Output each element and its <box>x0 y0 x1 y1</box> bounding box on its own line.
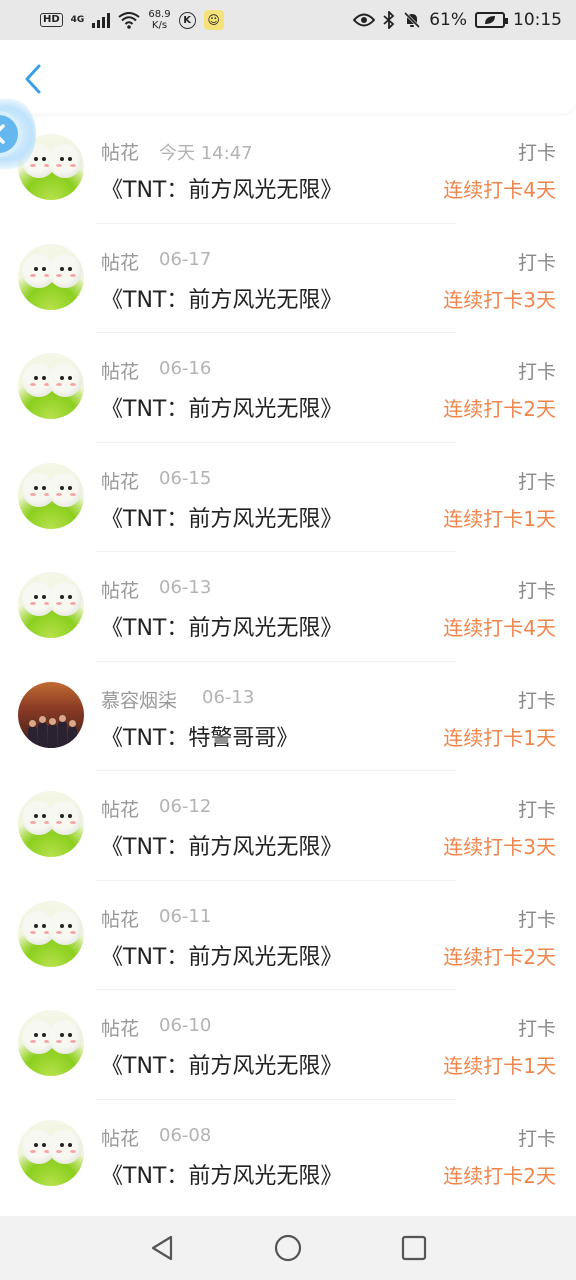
post-time: 06-13 <box>159 577 212 598</box>
list-item[interactable]: 帖花 06-12 《TNT：前方风光无限》 打卡 连续打卡3天 <box>0 771 576 881</box>
bluetooth-icon <box>383 11 395 29</box>
checkin-tag: 打卡 <box>517 470 556 493</box>
list-item[interactable]: 帖花 今天 14:47 《TNT：前方风光无限》 打卡 连续打卡4天 <box>0 114 576 224</box>
book-title: 《TNT：前方风光无限》 <box>101 287 343 313</box>
book-title: 《TNT：前方风光无限》 <box>101 397 343 422</box>
list-item[interactable]: 帖花 06-15 《TNT：前方风光无限》 打卡 连续打卡1天 <box>0 443 576 552</box>
post-time: 06-11 <box>159 905 212 927</box>
back-button[interactable] <box>18 62 48 96</box>
status-bar: HD 4G 68.9 K/s K ☺ 61% 10:15 <box>0 0 576 40</box>
post-time: 06-10 <box>159 1015 212 1036</box>
streak-label: 连续打卡4天 <box>443 178 556 202</box>
streak-label: 连续打卡2天 <box>443 944 556 969</box>
author-name[interactable]: 帖花 <box>101 138 139 165</box>
book-title: 《TNT：前方风光无限》 <box>101 835 343 860</box>
checkin-tag: 打卡 <box>517 908 556 931</box>
list-item[interactable]: 帖花 06-10 《TNT：前方风光无限》 打卡 连续打卡1天 <box>0 990 576 1100</box>
avatar[interactable] <box>18 681 84 748</box>
nav-home-button[interactable] <box>268 1228 308 1268</box>
list-item[interactable]: 慕容烟柒 06-13 《TNT：特警哥哥》 打卡 连续打卡1天 <box>0 662 576 771</box>
checkin-tag: 打卡 <box>517 689 556 712</box>
book-title: 《TNT：前方风光无限》 <box>101 944 343 970</box>
list-item[interactable]: 帖花 06-17 《TNT：前方风光无限》 打卡 连续打卡3天 <box>0 224 576 333</box>
post-time: 06-16 <box>159 358 212 379</box>
mute-bell-icon <box>404 11 421 29</box>
post-time: 今天 14:47 <box>159 143 253 164</box>
top-header <box>0 40 576 114</box>
avatar[interactable] <box>18 900 84 967</box>
post-time: 06-08 <box>159 1124 212 1146</box>
author-name[interactable]: 帖花 <box>101 576 139 603</box>
list-item[interactable]: 帖花 06-11 《TNT：前方风光无限》 打卡 连续打卡2天 <box>0 881 576 990</box>
streak-label: 连续打卡1天 <box>443 725 556 750</box>
nav-back-button[interactable] <box>142 1228 182 1268</box>
streak-label: 连续打卡4天 <box>443 616 556 640</box>
checkin-list: 帖花 今天 14:47 《TNT：前方风光无限》 打卡 连续打卡4天 帖花 06… <box>0 114 576 1216</box>
avatar[interactable] <box>18 353 84 419</box>
triangle-back-icon <box>151 1235 173 1261</box>
author-name[interactable]: 帖花 <box>101 357 139 384</box>
post-time: 06-17 <box>159 248 212 270</box>
avatar[interactable] <box>18 462 84 529</box>
k-badge-icon: K <box>178 11 196 29</box>
streak-label: 连续打卡1天 <box>443 1054 556 1078</box>
author-name[interactable]: 帖花 <box>101 795 139 822</box>
author-name[interactable]: 帖花 <box>101 1014 139 1041</box>
checkin-tag: 打卡 <box>517 142 556 164</box>
author-name[interactable]: 帖花 <box>101 905 139 932</box>
wifi-icon <box>118 12 140 29</box>
streak-label: 连续打卡1天 <box>443 506 556 531</box>
nav-recent-button[interactable] <box>394 1228 434 1268</box>
author-name[interactable]: 帖花 <box>101 248 139 275</box>
checkin-tag: 打卡 <box>517 799 556 821</box>
signal-bars-icon <box>92 12 111 28</box>
post-time: 06-13 <box>202 686 255 708</box>
chevron-left-icon <box>25 64 41 94</box>
post-time: 06-15 <box>159 467 212 489</box>
hd-icon: HD <box>40 13 63 27</box>
book-title: 《TNT：前方风光无限》 <box>101 506 343 532</box>
speed-value: 68.9 <box>148 9 171 20</box>
post-time: 06-12 <box>159 796 212 817</box>
network-speed: 68.9 K/s <box>148 9 170 31</box>
author-name[interactable]: 帖花 <box>101 467 139 494</box>
avatar[interactable] <box>18 1010 84 1076</box>
eye-icon <box>353 13 376 27</box>
streak-label: 连续打卡2天 <box>443 1163 556 1188</box>
system-nav-bar <box>0 1216 576 1280</box>
book-title: 《TNT：前方风光无限》 <box>101 178 343 203</box>
floating-ball-icon <box>0 115 18 153</box>
author-name[interactable]: 慕容烟柒 <box>101 686 177 713</box>
streak-label: 连续打卡2天 <box>443 397 556 421</box>
network-type-label: 4G <box>70 15 85 25</box>
author-name[interactable]: 帖花 <box>101 1124 139 1151</box>
checkin-tag: 打卡 <box>517 1127 556 1150</box>
checkin-tag: 打卡 <box>517 361 556 383</box>
checkin-tag: 打卡 <box>517 580 556 602</box>
list-item[interactable]: 帖花 06-08 《TNT：前方风光无限》 打卡 连续打卡2天 <box>0 1100 576 1210</box>
square-recent-icon <box>401 1235 427 1261</box>
list-item[interactable]: 帖花 06-16 《TNT：前方风光无限》 打卡 连续打卡2天 <box>0 333 576 443</box>
book-title: 《TNT：前方风光无限》 <box>101 1163 343 1189</box>
streak-label: 连续打卡3天 <box>443 287 556 312</box>
status-left: HD 4G 68.9 K/s K ☺ <box>40 9 224 31</box>
avatar[interactable] <box>18 791 84 857</box>
speed-unit: K/s <box>151 20 168 31</box>
avatar[interactable] <box>18 572 84 638</box>
book-title: 《TNT：特警哥哥》 <box>101 725 299 751</box>
battery-icon <box>475 12 508 28</box>
app-notification-icon: ☺ <box>203 10 224 30</box>
checkin-tag: 打卡 <box>517 1018 556 1040</box>
circle-home-icon <box>274 1234 302 1262</box>
battery-percent: 61% <box>429 10 467 30</box>
checkin-tag: 打卡 <box>517 251 556 274</box>
book-title: 《TNT：前方风光无限》 <box>101 616 343 641</box>
avatar[interactable] <box>18 1119 84 1186</box>
list-item[interactable]: 帖花 06-13 《TNT：前方风光无限》 打卡 连续打卡4天 <box>0 552 576 662</box>
streak-label: 连续打卡3天 <box>443 835 556 859</box>
avatar[interactable] <box>18 243 84 310</box>
clock: 10:15 <box>513 10 562 30</box>
status-right: 61% 10:15 <box>353 10 562 30</box>
book-title: 《TNT：前方风光无限》 <box>101 1054 343 1079</box>
